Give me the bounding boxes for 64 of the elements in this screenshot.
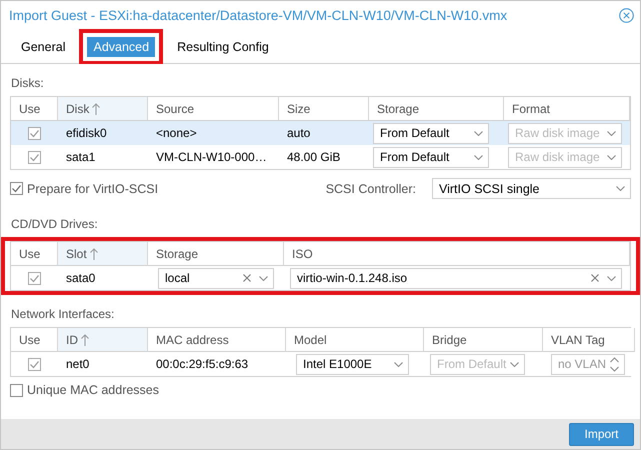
section-label: CD/DVD Drives: [10, 216, 99, 233]
column-header[interactable]: ID [58, 328, 148, 352]
checkbox[interactable] [28, 150, 41, 164]
checkbox-label[interactable]: Prepare for VirtIO-SCSI [10, 182, 158, 196]
iso-select[interactable]: virtio-win-0.1.248.iso [290, 268, 622, 288]
column-header[interactable]: Use [11, 328, 58, 352]
storage-select[interactable]: From Default [373, 146, 489, 168]
chevron-down-icon [607, 130, 616, 136]
section-label: Disks: [10, 75, 45, 92]
column-header[interactable]: Slot [58, 242, 148, 266]
column-header[interactable]: Storage [148, 242, 284, 266]
sort-arrow-icon [81, 334, 89, 346]
table-cell: 48.00 GiB [287, 150, 340, 164]
clear-icon[interactable] [591, 274, 599, 282]
spinner-icon[interactable] [610, 356, 619, 372]
table-cell: 00:0c:29:f5:c9:63 [156, 357, 248, 371]
column-header[interactable]: Storage [369, 97, 504, 121]
column-header[interactable]: Bridge [424, 328, 543, 352]
window-title: Import Guest - ESXi:ha-datacenter/Datastore-VM/VM-CLN-W10/VM-CLN-W10.vmx [9, 8, 508, 23]
field-label: SCSI Controller: [326, 182, 416, 196]
chevron-down-icon [607, 154, 616, 160]
storage-select[interactable]: From Default [373, 122, 489, 144]
column-header[interactable]: Source [148, 97, 279, 121]
checkbox[interactable] [10, 182, 23, 195]
table-cell: VM-CLN-W10-000… [156, 150, 267, 164]
column-header[interactable]: Disk [58, 97, 148, 121]
table-cell: <none> [156, 126, 197, 140]
column-header[interactable]: Use [11, 242, 58, 266]
model-select[interactable]: Intel E1000E [296, 354, 409, 374]
vlan-input[interactable]: no VLAN [558, 357, 606, 371]
scsi-controller-select[interactable]: VirtIO SCSI single [432, 178, 631, 199]
checkbox[interactable] [28, 126, 41, 140]
table-cell: sata0 [66, 271, 96, 285]
table-cell: auto [287, 126, 310, 140]
checkbox[interactable] [10, 384, 23, 396]
checkbox[interactable] [28, 358, 41, 370]
section-label: Network Interfaces: [10, 306, 116, 323]
clear-icon[interactable] [243, 274, 251, 282]
checkbox[interactable] [28, 272, 41, 284]
chevron-down-icon [394, 362, 403, 366]
tab[interactable]: General [15, 36, 72, 56]
column-header[interactable]: Size [279, 97, 369, 121]
table-cell: net0 [66, 357, 90, 371]
checkbox-label[interactable]: Unique MAC addresses [10, 383, 160, 397]
table-cell: efidisk0 [66, 126, 107, 140]
sort-arrow-icon [90, 248, 98, 260]
chevron-down-icon [474, 154, 483, 160]
sort-arrow-icon [92, 102, 100, 114]
tab[interactable]: Resulting Config [171, 36, 275, 56]
vlan-field[interactable]: no VLAN [551, 354, 625, 374]
table-cell: sata1 [66, 150, 96, 164]
chevron-down-icon [607, 276, 616, 280]
column-header[interactable]: ISO [284, 242, 630, 266]
column-header[interactable]: MAC address [148, 328, 286, 352]
close-icon[interactable] [619, 8, 634, 23]
storage-select[interactable]: local [158, 268, 274, 288]
chevron-down-icon [259, 276, 268, 280]
chevron-down-icon [616, 186, 625, 191]
column-header[interactable]: Use [11, 97, 58, 121]
column-header[interactable]: Format [504, 97, 630, 121]
chevron-down-icon [510, 362, 520, 366]
column-header[interactable]: VLAN Tag [543, 328, 635, 352]
column-header[interactable]: Model [286, 328, 424, 352]
chevron-down-icon [474, 130, 483, 136]
